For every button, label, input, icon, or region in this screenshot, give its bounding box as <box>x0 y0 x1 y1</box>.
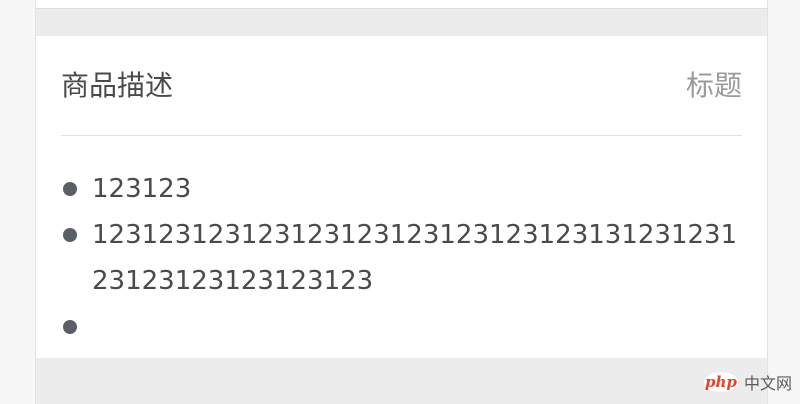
list-item <box>61 304 751 350</box>
watermark: php 中文网 <box>703 370 792 394</box>
section-title: 商品描述 <box>61 69 174 102</box>
title-link[interactable]: 标题 <box>686 68 742 104</box>
php-logo-icon: php <box>703 372 738 392</box>
bullet-icon <box>63 182 77 196</box>
list-item-text: 1231231231231231231231231231231312312312… <box>92 220 738 296</box>
card-header: 商品描述 标题 <box>61 36 742 136</box>
description-list: 123123 123123123123123123123123123123131… <box>61 166 751 350</box>
list-item: 123123 <box>61 166 751 212</box>
bullet-icon <box>63 228 77 242</box>
bullet-icon <box>63 320 77 334</box>
watermark-text: 中文网 <box>743 374 792 393</box>
list-item-text: 123123 <box>92 174 192 204</box>
description-card: 商品描述 标题 123123 1231231231231231231231231… <box>35 36 768 358</box>
previous-card-bottom <box>35 0 768 9</box>
list-item: 1231231231231231231231231231231312312312… <box>61 212 751 304</box>
